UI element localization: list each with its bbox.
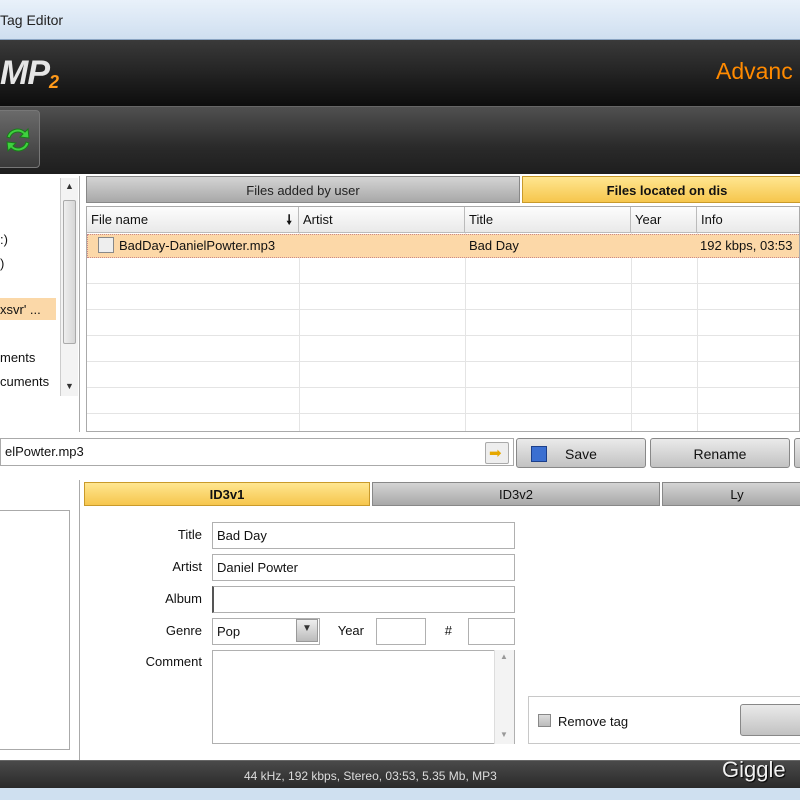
rename-button[interactable]: Rename bbox=[650, 438, 790, 468]
column-header-year[interactable]: Year bbox=[631, 207, 697, 233]
row-divider bbox=[87, 309, 799, 310]
genre-dropdown-button[interactable]: ▼ bbox=[296, 619, 318, 642]
tree-item[interactable]: cuments bbox=[0, 374, 49, 389]
artist-field[interactable]: Daniel Powter bbox=[212, 554, 515, 581]
remove-tag-checkbox[interactable] bbox=[538, 714, 551, 727]
refresh-button[interactable] bbox=[0, 110, 40, 168]
logo-sub: 2 bbox=[49, 72, 59, 92]
column-header-artist[interactable]: Artist bbox=[299, 207, 465, 233]
brand-text: Advanc bbox=[716, 58, 793, 84]
tab-id3v1[interactable]: ID3v1 bbox=[84, 482, 370, 506]
remove-tag-button[interactable] bbox=[740, 704, 800, 736]
file-grid[interactable]: File name 🠗 Artist Title Year Info BadDay… bbox=[86, 206, 800, 432]
column-label: File name bbox=[91, 212, 149, 227]
tree-item[interactable]: :) bbox=[0, 232, 8, 247]
tree-item[interactable]: ) bbox=[0, 256, 4, 271]
tree-scrollbar[interactable]: ▲ ▼ bbox=[60, 178, 78, 396]
album-field[interactable] bbox=[212, 586, 515, 613]
arrow-right-icon: ➡ bbox=[489, 445, 502, 462]
logo-text: MP bbox=[0, 54, 50, 92]
track-label: # bbox=[444, 623, 452, 638]
tab-lyrics[interactable]: Ly bbox=[662, 482, 800, 506]
tab-files-added-by-user[interactable]: Files added by user bbox=[86, 176, 520, 203]
more-button[interactable] bbox=[794, 438, 800, 468]
cell-file-name: BadDay-DanielPowter.mp3 bbox=[119, 238, 276, 253]
row-divider bbox=[87, 283, 799, 284]
scroll-down-icon[interactable]: ▼ bbox=[61, 378, 78, 395]
file-path-value: elPowter.mp3 bbox=[5, 444, 84, 459]
genre-label: Genre bbox=[165, 623, 202, 638]
column-header-file-name[interactable]: File name 🠗 bbox=[87, 207, 299, 233]
scroll-thumb[interactable] bbox=[63, 200, 76, 344]
column-header-title[interactable]: Title bbox=[465, 207, 631, 233]
left-list[interactable] bbox=[0, 510, 70, 750]
file-path-field[interactable]: elPowter.mp3 bbox=[0, 438, 514, 466]
browse-button[interactable]: ➡ bbox=[485, 442, 509, 464]
remove-tag-label: Remove tag bbox=[558, 714, 629, 729]
app-header: MP2 bbox=[0, 40, 800, 106]
floppy-disk-icon bbox=[531, 446, 547, 462]
title-field[interactable]: Bad Day bbox=[212, 522, 515, 549]
cell-title: Bad Day bbox=[469, 238, 519, 253]
track-field[interactable] bbox=[468, 618, 515, 645]
save-label: Save bbox=[565, 446, 597, 462]
scroll-down-icon[interactable]: ▼ bbox=[500, 730, 508, 739]
audio-file-icon bbox=[98, 237, 114, 253]
title-label: Title bbox=[177, 527, 202, 542]
comment-field[interactable] bbox=[212, 650, 515, 744]
window-bottom-edge bbox=[0, 788, 800, 800]
column-divider bbox=[697, 233, 698, 431]
row-divider bbox=[87, 413, 799, 414]
window-title: Tag Editor bbox=[0, 12, 64, 28]
status-bar: 44 kHz, 192 kbps, Stereo, 03:53, 5.35 Mb… bbox=[0, 760, 800, 788]
app-logo: MP2 bbox=[0, 54, 59, 93]
comment-scrollbar[interactable]: ▲ ▼ bbox=[494, 650, 514, 744]
table-row[interactable]: BadDay-DanielPowter.mp3 Bad Day 192 kbps… bbox=[87, 234, 799, 258]
status-text: 44 kHz, 192 kbps, Stereo, 03:53, 5.35 Mb… bbox=[244, 769, 497, 783]
year-field[interactable] bbox=[376, 618, 426, 645]
cell-info: 192 kbps, 03:53 bbox=[700, 238, 793, 253]
save-button[interactable]: Save bbox=[516, 438, 646, 468]
tab-id3v2[interactable]: ID3v2 bbox=[372, 482, 660, 506]
sort-down-arrow-icon: 🠗 bbox=[286, 212, 292, 227]
title-bar: Tag Editor bbox=[0, 0, 800, 40]
column-divider bbox=[299, 233, 300, 431]
toolbar bbox=[0, 106, 800, 174]
column-divider bbox=[631, 233, 632, 431]
row-divider bbox=[87, 335, 799, 336]
year-label: Year bbox=[337, 623, 364, 638]
scroll-up-icon[interactable]: ▲ bbox=[61, 178, 78, 195]
refresh-icon bbox=[6, 127, 30, 153]
watermark-text: Giggle bbox=[722, 757, 786, 782]
column-header-info[interactable]: Info bbox=[697, 207, 799, 233]
album-label: Album bbox=[165, 591, 202, 606]
chevron-down-icon: ▼ bbox=[302, 623, 312, 634]
comment-label: Comment bbox=[145, 654, 202, 669]
artist-label: Artist bbox=[172, 559, 202, 574]
column-divider bbox=[465, 233, 466, 431]
file-source-tabs: Files added by user Files located on dis bbox=[84, 176, 800, 203]
scroll-up-icon[interactable]: ▲ bbox=[500, 652, 508, 661]
row-divider bbox=[87, 387, 799, 388]
tree-item[interactable]: ments bbox=[0, 350, 35, 365]
row-divider bbox=[87, 361, 799, 362]
tab-files-on-disk[interactable]: Files located on dis bbox=[522, 176, 800, 203]
tree-item[interactable]: xsvr' ... bbox=[0, 302, 41, 317]
